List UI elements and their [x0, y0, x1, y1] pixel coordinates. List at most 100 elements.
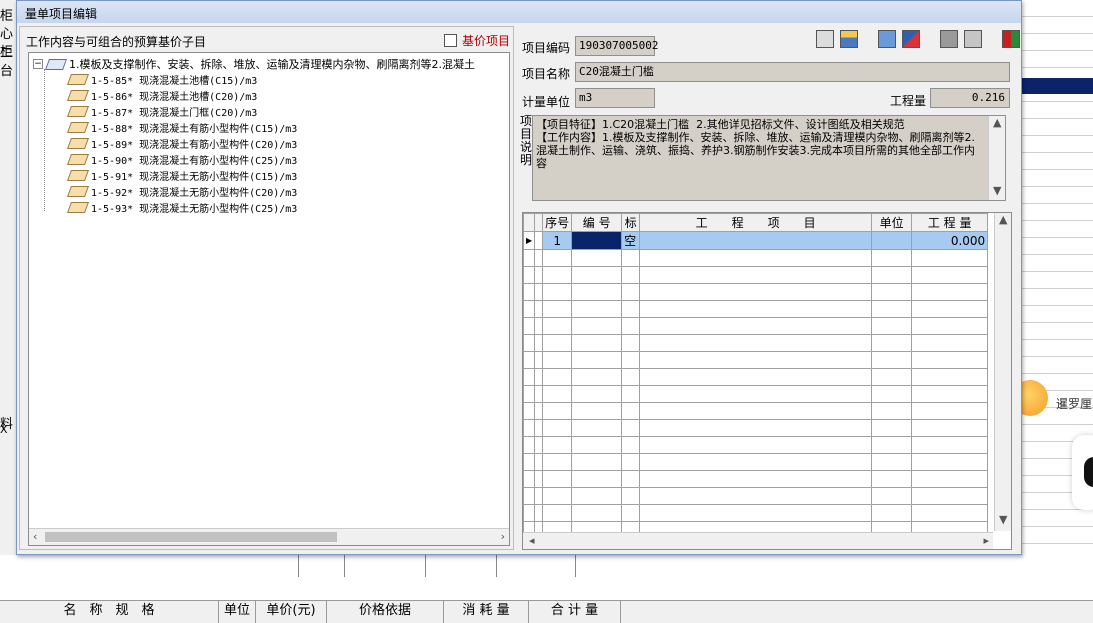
empty-cell[interactable]: [571, 453, 623, 471]
tree-item[interactable]: 1-5-92* 现浇混凝土无筋小型构件(C20)/m3: [66, 184, 297, 199]
tree-item-label[interactable]: 1-5-91* 现浇混凝土无筋小型构件(C15)/m3: [91, 168, 297, 183]
tree-item-label[interactable]: 1-5-87* 现浇混凝土门框(C20)/m3: [91, 104, 257, 119]
empty-cell[interactable]: [621, 368, 641, 386]
qty-cell[interactable]: 0.000: [911, 231, 989, 250]
code-cell[interactable]: [571, 231, 623, 250]
empty-cell[interactable]: [871, 470, 913, 488]
empty-cell[interactable]: [639, 368, 873, 386]
empty-cell[interactable]: [911, 300, 989, 318]
items-grid[interactable]: 序号 编 号 标 工 程 项 目 单位 工 程 量 ▶ 1 空 0.000 ▲ …: [522, 212, 1012, 550]
empty-cell[interactable]: [621, 436, 641, 454]
tree-item[interactable]: 1-5-88* 现浇混凝土有筋小型构件(C15)/m3: [66, 120, 297, 135]
table-row[interactable]: [523, 300, 989, 318]
empty-cell[interactable]: [542, 504, 573, 522]
empty-cell[interactable]: [571, 504, 623, 522]
flag-cell[interactable]: 空: [621, 231, 641, 250]
empty-cell[interactable]: [571, 351, 623, 369]
table-row[interactable]: [523, 351, 989, 369]
item-cell[interactable]: [639, 231, 873, 250]
col-name[interactable]: 名 称 规 格: [0, 601, 219, 623]
col-item[interactable]: 工 程 项 目: [639, 213, 873, 232]
col-total[interactable]: 合 计 量: [529, 601, 621, 623]
empty-cell[interactable]: [639, 283, 873, 301]
text-icon[interactable]: [940, 30, 958, 48]
scroll-up-icon[interactable]: ▲: [999, 213, 1007, 226]
empty-cell[interactable]: [871, 436, 913, 454]
empty-cell[interactable]: [871, 385, 913, 403]
tree-item-label[interactable]: 1-5-89* 现浇混凝土有筋小型构件(C20)/m3: [91, 136, 297, 151]
col-consumption[interactable]: 消 耗 量: [444, 601, 529, 623]
empty-cell[interactable]: [639, 300, 873, 318]
col-unit[interactable]: 单位: [219, 601, 256, 623]
table-icon[interactable]: [840, 30, 858, 48]
empty-cell[interactable]: [911, 385, 989, 403]
scroll-right-icon[interactable]: ›: [501, 530, 505, 543]
empty-cell[interactable]: [621, 300, 641, 318]
empty-cell[interactable]: [871, 419, 913, 437]
empty-cell[interactable]: [871, 283, 913, 301]
empty-cell[interactable]: [542, 453, 573, 471]
calculator-icon[interactable]: [816, 30, 834, 48]
scroll-down-icon[interactable]: ▼: [993, 184, 1001, 197]
empty-cell[interactable]: [571, 266, 623, 284]
empty-cell[interactable]: [542, 283, 573, 301]
empty-cell[interactable]: [639, 470, 873, 488]
edit-icon[interactable]: [902, 30, 920, 48]
base-price-checkbox-label[interactable]: 基价项目: [462, 32, 510, 49]
work-content-tree[interactable]: − 1.模板及支撑制作、安装、拆除、堆放、运输及清理模内杂物、刷隔离剂等2.混凝…: [28, 52, 510, 546]
empty-cell[interactable]: [911, 249, 989, 267]
table-row[interactable]: [523, 317, 989, 335]
empty-cell[interactable]: [871, 317, 913, 335]
empty-cell[interactable]: [621, 249, 641, 267]
col-qty[interactable]: 工 程 量: [911, 213, 989, 232]
empty-cell[interactable]: [571, 249, 623, 267]
empty-cell[interactable]: [542, 266, 573, 284]
base-price-checkbox[interactable]: [444, 34, 457, 47]
table-row[interactable]: [523, 453, 989, 471]
empty-cell[interactable]: [621, 385, 641, 403]
tree-item-label[interactable]: 1-5-86* 现浇混凝土池槽(C20)/m3: [91, 88, 257, 103]
empty-cell[interactable]: [911, 453, 989, 471]
grid-horizontal-scrollbar[interactable]: ◂ ▸: [523, 532, 993, 549]
col-price[interactable]: 单价(元): [256, 601, 327, 623]
empty-cell[interactable]: [871, 368, 913, 386]
empty-cell[interactable]: [871, 453, 913, 471]
scroll-up-icon[interactable]: ▲: [993, 116, 1001, 129]
empty-cell[interactable]: [542, 300, 573, 318]
table-row[interactable]: [523, 402, 989, 420]
scroll-left-icon[interactable]: ‹: [33, 530, 37, 543]
empty-cell[interactable]: [871, 300, 913, 318]
empty-cell[interactable]: [542, 317, 573, 335]
empty-cell[interactable]: [911, 334, 989, 352]
name-field[interactable]: C20混凝土门槛: [575, 62, 1010, 82]
tree-item-label[interactable]: 1-5-85* 现浇混凝土池槽(C15)/m3: [91, 72, 257, 87]
qty-field[interactable]: 0.216: [930, 88, 1010, 108]
col-unit[interactable]: 单位: [871, 213, 913, 232]
tree-item[interactable]: 1-5-87* 现浇混凝土门框(C20)/m3: [66, 104, 257, 119]
description-scrollbar[interactable]: ▲ ▼: [988, 116, 1005, 200]
tree-item[interactable]: 1-5-90* 现浇混凝土有筋小型构件(C25)/m3: [66, 152, 297, 167]
empty-cell[interactable]: [542, 368, 573, 386]
empty-cell[interactable]: [911, 266, 989, 284]
empty-cell[interactable]: [639, 453, 873, 471]
table-row[interactable]: [523, 334, 989, 352]
left-snippet[interactable]: X: [0, 423, 8, 436]
empty-cell[interactable]: [571, 300, 623, 318]
table-row[interactable]: [523, 249, 989, 267]
empty-cell[interactable]: [542, 419, 573, 437]
empty-cell[interactable]: [621, 266, 641, 284]
table-row[interactable]: [523, 470, 989, 488]
floating-card[interactable]: [1072, 435, 1093, 510]
empty-cell[interactable]: [639, 402, 873, 420]
tree-horizontal-scrollbar[interactable]: ‹ ›: [29, 528, 509, 545]
empty-cell[interactable]: [571, 368, 623, 386]
table-row[interactable]: ▶ 1 空 0.000: [523, 231, 989, 250]
empty-cell[interactable]: [639, 487, 873, 505]
empty-cell[interactable]: [639, 436, 873, 454]
empty-cell[interactable]: [871, 334, 913, 352]
col-price-basis[interactable]: 价格依据: [327, 601, 444, 623]
empty-cell[interactable]: [911, 504, 989, 522]
tree-item[interactable]: 1-5-93* 现浇混凝土无筋小型构件(C25)/m3: [66, 200, 297, 215]
empty-cell[interactable]: [542, 351, 573, 369]
empty-cell[interactable]: [911, 436, 989, 454]
